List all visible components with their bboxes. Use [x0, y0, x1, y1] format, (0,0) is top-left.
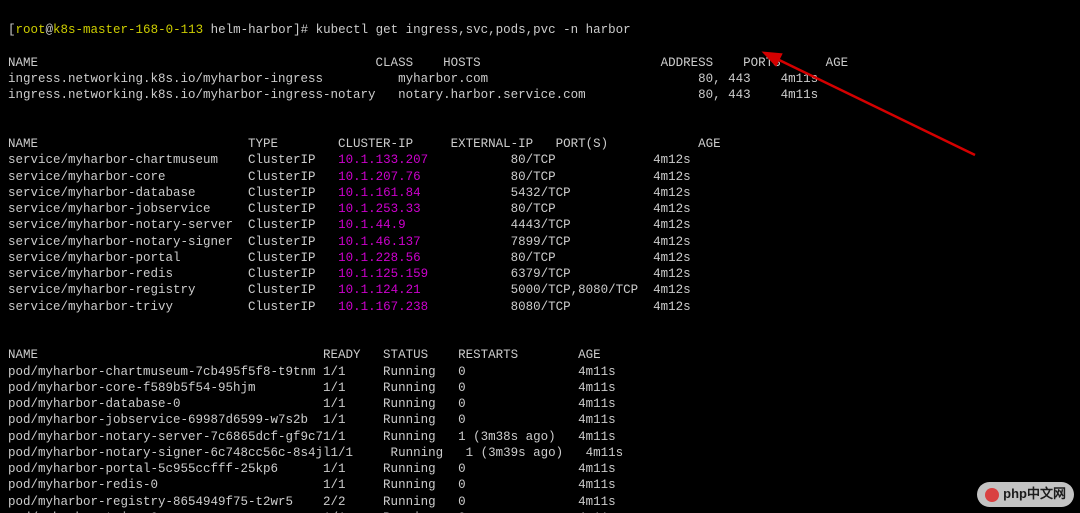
watermark: php中文网 — [977, 482, 1074, 507]
ingress-output: NAME CLASS HOSTS ADDRESS PORTS AGE ingre… — [8, 56, 848, 103]
terminal-window[interactable]: [root@k8s-master-168-0-113 helm-harbor]#… — [0, 0, 1080, 513]
prompt-line: [root@k8s-master-168-0-113 helm-harbor]#… — [8, 23, 631, 37]
pod-output: NAME READY STATUS RESTARTS AGE pod/myhar… — [8, 348, 623, 513]
service-output: NAME TYPE CLUSTER-IP EXTERNAL-IP PORT(S)… — [8, 137, 721, 314]
